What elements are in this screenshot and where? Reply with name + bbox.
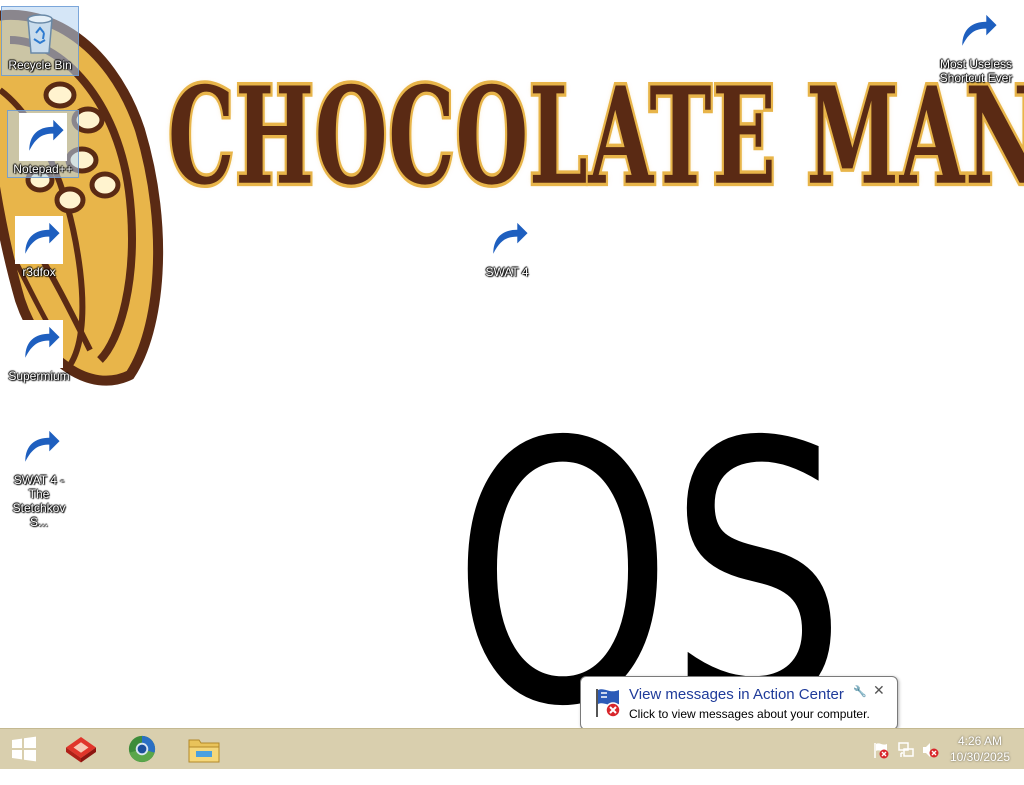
desktop-icon-label: Most Useless Shortcut Ever [939, 57, 1013, 85]
desktop-icon-r3dfox[interactable]: r3dfox [1, 214, 77, 279]
action-center-flag-icon[interactable] [872, 741, 890, 759]
notification-close-button[interactable]: ✕ [873, 682, 885, 699]
desktop-icon-label: Supermium [8, 369, 70, 383]
desktop-icon-label: SWAT 4 [485, 265, 529, 279]
desktop-icon-notepad-plus-plus[interactable]: Notepad++ [7, 110, 79, 178]
shortcut-arrow-icon [19, 113, 67, 161]
shortcut-arrow-icon [15, 216, 63, 264]
taskbar-clock[interactable]: 4:26 AM 10/30/2025 [944, 733, 1016, 765]
desktop-icon-label: r3dfox [22, 265, 56, 279]
windows-logo-icon [12, 736, 36, 762]
taskbar-supermium[interactable] [112, 729, 172, 769]
start-button[interactable] [0, 729, 48, 769]
shortcut-arrow-icon [952, 8, 1000, 56]
help-question-icon: ? [952, 8, 1000, 56]
desktop-icon-label: Recycle Bin [8, 58, 72, 72]
volume-muted-icon[interactable] [921, 741, 939, 759]
action-center-flag-icon [596, 689, 621, 718]
notification-options-icon[interactable]: 🔧 [853, 685, 867, 698]
r3dfox-browser-icon [66, 737, 96, 763]
brand-title: CHOCOLATE MAN [166, 58, 1024, 215]
swat4-game-icon [15, 424, 63, 472]
taskbar-r3dfox[interactable] [51, 729, 111, 769]
supermium-browser-icon [128, 735, 156, 763]
r3dfox-browser-icon [15, 216, 63, 264]
desktop-icon-recycle-bin[interactable]: Recycle Bin [1, 6, 79, 76]
file-explorer-icon [188, 739, 220, 763]
supermium-browser-icon [15, 320, 63, 368]
network-icon[interactable] [897, 741, 915, 759]
desktop-icon-label: SWAT 4 - The Stetchkov S... [12, 473, 66, 529]
desktop-icon-label: Notepad++ [13, 162, 73, 176]
notification-title[interactable]: View messages in Action Center [629, 686, 844, 703]
swat4-game-icon [483, 216, 531, 264]
clock-date: 10/30/2025 [949, 750, 1011, 764]
taskbar-file-explorer[interactable] [174, 729, 234, 769]
desktop-icon-supermium[interactable]: Supermium [1, 318, 77, 383]
action-center-notification[interactable]: View messages in Action Center Click to … [580, 676, 898, 730]
desktop-icon-swat4-stetchkov[interactable]: SWAT 4 - The Stetchkov S... [1, 422, 77, 529]
notification-text: Click to view messages about your comput… [629, 707, 870, 721]
shortcut-arrow-icon [15, 320, 63, 368]
desktop-icon-swat4[interactable]: SWAT 4 [469, 214, 545, 279]
desktop-icon-most-useless-shortcut[interactable]: ? Most Useless Shortcut Ever [936, 6, 1016, 85]
taskbar: 4:26 AM 10/30/2025 [0, 728, 1024, 769]
desktop-wallpaper: CHOCOLATE MAN OS [0, 0, 1024, 756]
clock-time: 4:26 AM [957, 734, 1003, 748]
notepad-plus-plus-icon [19, 113, 67, 161]
shortcut-arrow-icon [15, 424, 63, 472]
recycle-bin-icon [16, 9, 64, 57]
shortcut-arrow-icon [483, 216, 531, 264]
